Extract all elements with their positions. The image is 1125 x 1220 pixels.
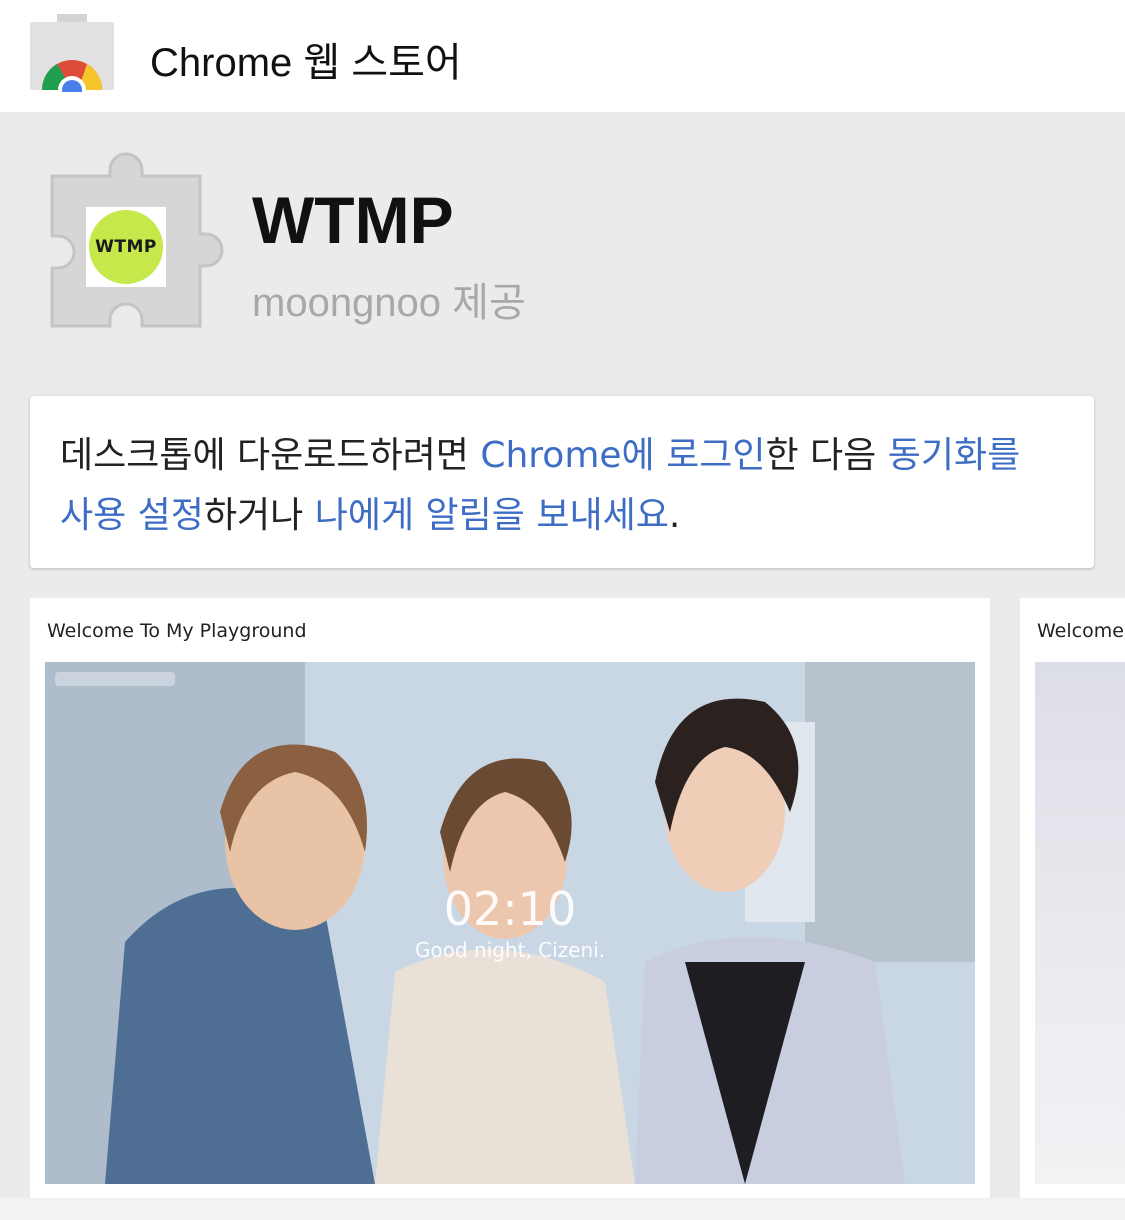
extension-logo-circle: WTMP bbox=[89, 210, 163, 284]
notice-text-3: 하거나 bbox=[203, 495, 315, 536]
top-bar: Chrome 웹 스토어 bbox=[0, 0, 1125, 112]
extension-author[interactable]: moongnoo 제공 bbox=[252, 270, 526, 328]
screenshot-title: Welcome To My Playground bbox=[47, 620, 307, 642]
desktop-install-notice: 데스크톱에 다운로드하려면 Chrome에 로그인한 다음 동기화를 사용 설정… bbox=[30, 396, 1094, 568]
screenshot-image-next bbox=[1035, 662, 1125, 1184]
screenshot-clock-time: 02:10 bbox=[443, 882, 577, 936]
extension-logo: WTMP bbox=[86, 207, 166, 287]
notice-text-1: 데스크톱에 다운로드하려면 bbox=[60, 435, 481, 476]
extension-logo-text: WTMP bbox=[95, 237, 157, 257]
send-reminder-link[interactable]: 나에게 알림을 보내세요 bbox=[315, 495, 669, 536]
sign-in-chrome-link[interactable]: Chrome에 로그인 bbox=[480, 435, 765, 476]
chrome-web-store-icon[interactable] bbox=[30, 12, 114, 92]
screenshot-image: 02:10 Good night, Cizeni. bbox=[45, 662, 975, 1184]
notice-text-4: . bbox=[668, 495, 681, 536]
screenshot-card[interactable]: Welcome To My Playground 02:10 Good nigh… bbox=[30, 598, 990, 1208]
bottom-bar bbox=[0, 1198, 1125, 1220]
extension-name: WTMP bbox=[252, 183, 454, 257]
notice-text-2: 한 다음 bbox=[765, 435, 888, 476]
screenshot-card-next[interactable]: Welcome To My Playground bbox=[1020, 598, 1125, 1208]
screenshot-title-next: Welcome To My Playground bbox=[1037, 620, 1125, 642]
screenshot-clock-greeting: Good night, Cizeni. bbox=[414, 938, 606, 962]
store-title[interactable]: Chrome 웹 스토어 bbox=[150, 30, 462, 88]
